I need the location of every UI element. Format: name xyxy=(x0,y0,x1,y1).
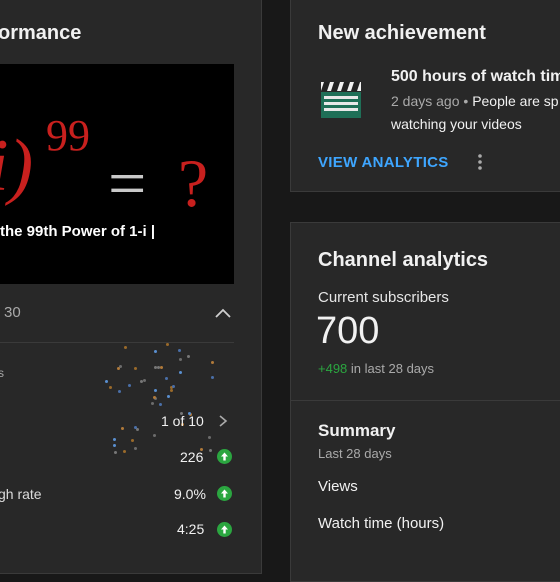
scatter-dot xyxy=(130,439,134,443)
view-analytics-link[interactable]: VIEW ANALYTICS xyxy=(318,154,449,171)
scatter-dot xyxy=(187,354,191,358)
chevron-up-icon[interactable] xyxy=(214,306,232,324)
scatter-dot xyxy=(133,366,137,370)
scatter-dot xyxy=(150,401,154,405)
scatter-dot xyxy=(114,450,118,454)
achievement-meta: 2 days ago • People are sp xyxy=(391,93,559,109)
chevron-right-icon[interactable] xyxy=(218,414,228,433)
metric-label-rate: gh rate xyxy=(0,486,42,502)
video-title: the 99th Power of 1-i | xyxy=(0,223,156,240)
achievement-title: New achievement xyxy=(318,22,486,44)
clapperboard-icon xyxy=(320,78,362,125)
summary-row-views: Views xyxy=(318,478,358,495)
subscribers-count: 700 xyxy=(316,310,380,352)
scatter-dot xyxy=(153,395,157,399)
scatter-dot xyxy=(123,345,127,349)
scatter-dot xyxy=(133,447,137,451)
video-thumbnail[interactable]: i) 99 = ? the 99th Power of 1-i | xyxy=(0,64,234,284)
metric-value-rate: 9.0% xyxy=(174,486,206,502)
scatter-dot xyxy=(117,389,121,393)
scatter-dot xyxy=(177,348,181,352)
scatter-dot xyxy=(112,443,116,447)
delta-period: in last 28 days xyxy=(350,361,435,376)
trend-up-icon xyxy=(217,449,232,464)
trend-up-icon xyxy=(217,522,232,537)
achievement-headline: 500 hours of watch tim xyxy=(391,68,560,85)
scatter-dot xyxy=(166,342,170,346)
metric-value-duration: 4:25 xyxy=(177,521,205,537)
subscribers-delta: +498 in last 28 days xyxy=(318,361,434,376)
achievement-body-line2: watching your videos xyxy=(391,116,522,132)
section-divider xyxy=(0,342,234,343)
scatter-dot xyxy=(158,402,162,406)
summary-row-watch-time: Watch time (hours) xyxy=(318,515,445,532)
summary-period: Last 28 days xyxy=(318,446,392,461)
formula-paren: i) xyxy=(0,125,34,207)
achievement-body: People are sp xyxy=(472,93,559,109)
analytics-title: Channel analytics xyxy=(318,249,489,271)
subscribers-label: Current subscribers xyxy=(318,289,449,306)
formula-exponent: 99 xyxy=(46,111,90,160)
metric-value-views: 226 xyxy=(180,449,204,465)
more-vert-icon[interactable] xyxy=(476,152,484,177)
performance-title: ormance xyxy=(0,22,82,44)
meta-separator: • xyxy=(463,93,469,109)
legend-label: s xyxy=(0,366,4,380)
scatter-dot xyxy=(179,357,183,361)
pager-label: 1 of 10 xyxy=(161,413,204,429)
formula-question: ? xyxy=(178,145,209,221)
delta-value: +498 xyxy=(318,361,348,376)
achievement-time: 2 days ago xyxy=(391,93,460,109)
scatter-dot xyxy=(121,426,125,430)
scatter-dot xyxy=(171,384,175,388)
scatter-dot xyxy=(166,394,170,398)
date-range-label: 30 xyxy=(4,304,21,321)
analytics-divider xyxy=(291,400,560,401)
trend-up-icon xyxy=(217,486,232,501)
summary-title: Summary xyxy=(318,421,396,440)
scatter-dot xyxy=(209,448,213,452)
formula-equals: = xyxy=(108,145,147,221)
